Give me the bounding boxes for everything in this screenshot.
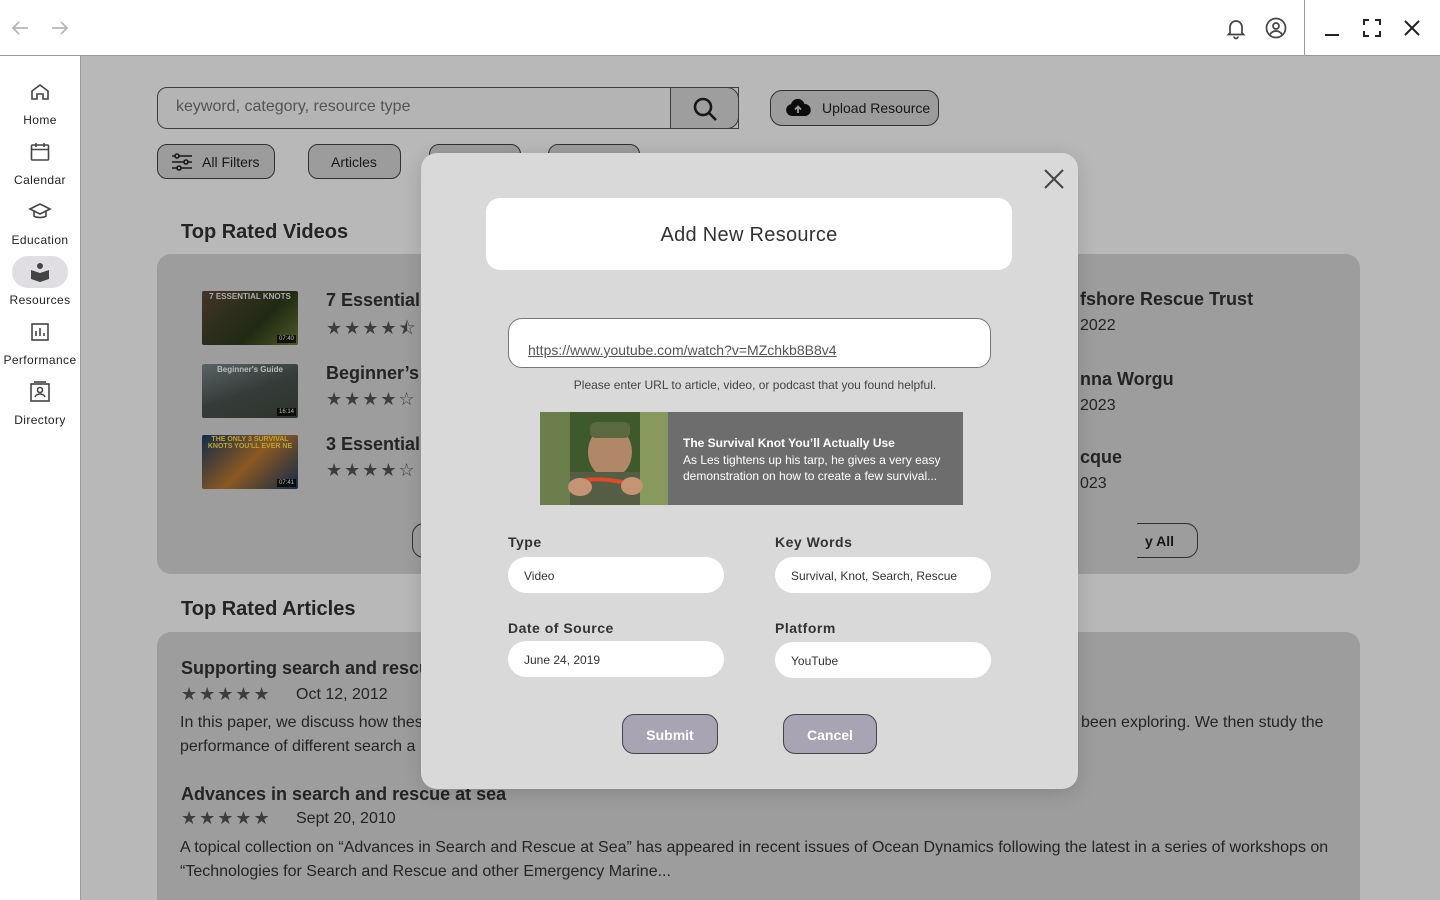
date-field[interactable]: June 24, 2019 bbox=[508, 641, 724, 677]
platform-field[interactable]: YouTube bbox=[775, 642, 991, 678]
bell-icon[interactable] bbox=[1224, 16, 1248, 40]
url-input[interactable]: https://www.youtube.com/watch?v=MZchkb8B… bbox=[508, 318, 991, 368]
title-bar bbox=[0, 0, 1440, 56]
close-icon[interactable] bbox=[1400, 16, 1424, 40]
back-arrow-icon[interactable] bbox=[8, 16, 32, 40]
add-resource-modal: Add New Resource https://www.youtube.com… bbox=[421, 153, 1078, 789]
sidebar-item-label: Performance bbox=[3, 353, 77, 367]
type-field[interactable]: Video bbox=[508, 557, 724, 593]
forward-arrow-icon[interactable] bbox=[48, 16, 72, 40]
keywords-label: Key Words bbox=[775, 534, 853, 550]
cancel-button[interactable]: Cancel bbox=[783, 714, 877, 754]
date-label: Date of Source bbox=[508, 620, 614, 636]
url-value: https://www.youtube.com/watch?v=MZchkb8B… bbox=[528, 342, 837, 358]
home-icon bbox=[28, 80, 52, 104]
titlebar-divider bbox=[1304, 0, 1305, 56]
close-icon[interactable] bbox=[1043, 168, 1065, 190]
account-circle-icon[interactable] bbox=[1264, 16, 1288, 40]
preview-title: The Survival Knot You’ll Actually Use bbox=[683, 436, 895, 450]
url-hint: Please enter URL to article, video, or p… bbox=[573, 378, 937, 392]
submit-button[interactable]: Submit bbox=[622, 714, 718, 754]
type-label: Type bbox=[508, 534, 542, 550]
contact-card-icon bbox=[28, 380, 52, 404]
sidebar-item-label: Education bbox=[11, 233, 69, 247]
platform-label: Platform bbox=[775, 620, 836, 636]
sidebar-item-label: Calendar bbox=[14, 173, 66, 187]
graduation-cap-icon bbox=[28, 200, 52, 224]
type-value: Video bbox=[524, 569, 555, 583]
minimize-icon[interactable] bbox=[1320, 16, 1344, 40]
keywords-value: Survival, Knot, Search, Rescue bbox=[791, 569, 958, 583]
sidebar-item-home[interactable]: Home bbox=[0, 78, 80, 134]
sidebar: Home Calendar Education Resources Perfor… bbox=[0, 56, 81, 900]
link-preview-card[interactable]: The Survival Knot You’ll Actually Use As… bbox=[540, 412, 963, 505]
modal-title: Add New Resource bbox=[660, 224, 838, 246]
sidebar-item-label: Home bbox=[23, 113, 57, 127]
sidebar-item-resources[interactable]: Resources bbox=[0, 256, 80, 314]
sidebar-item-directory[interactable]: Directory bbox=[0, 378, 80, 434]
sidebar-item-performance[interactable]: Performance bbox=[0, 318, 80, 374]
sidebar-item-label: Resources bbox=[9, 293, 71, 307]
sidebar-item-education[interactable]: Education bbox=[0, 198, 80, 254]
submit-label: Submit bbox=[646, 727, 694, 743]
modal-header: Add New Resource bbox=[486, 198, 1012, 270]
maximize-icon[interactable] bbox=[1360, 16, 1384, 40]
book-icon bbox=[28, 260, 52, 284]
cancel-label: Cancel bbox=[807, 727, 853, 743]
date-value: June 24, 2019 bbox=[524, 653, 601, 667]
sidebar-item-calendar[interactable]: Calendar bbox=[0, 138, 80, 194]
bar-chart-icon bbox=[28, 320, 52, 344]
calendar-icon bbox=[28, 140, 52, 164]
keywords-field[interactable]: Survival, Knot, Search, Rescue bbox=[775, 557, 991, 593]
sidebar-item-label: Directory bbox=[14, 413, 66, 427]
preview-description: As Les tightens up his tarp, he gives a … bbox=[683, 453, 941, 483]
preview-thumbnail bbox=[540, 412, 668, 505]
platform-value: YouTube bbox=[791, 654, 839, 668]
